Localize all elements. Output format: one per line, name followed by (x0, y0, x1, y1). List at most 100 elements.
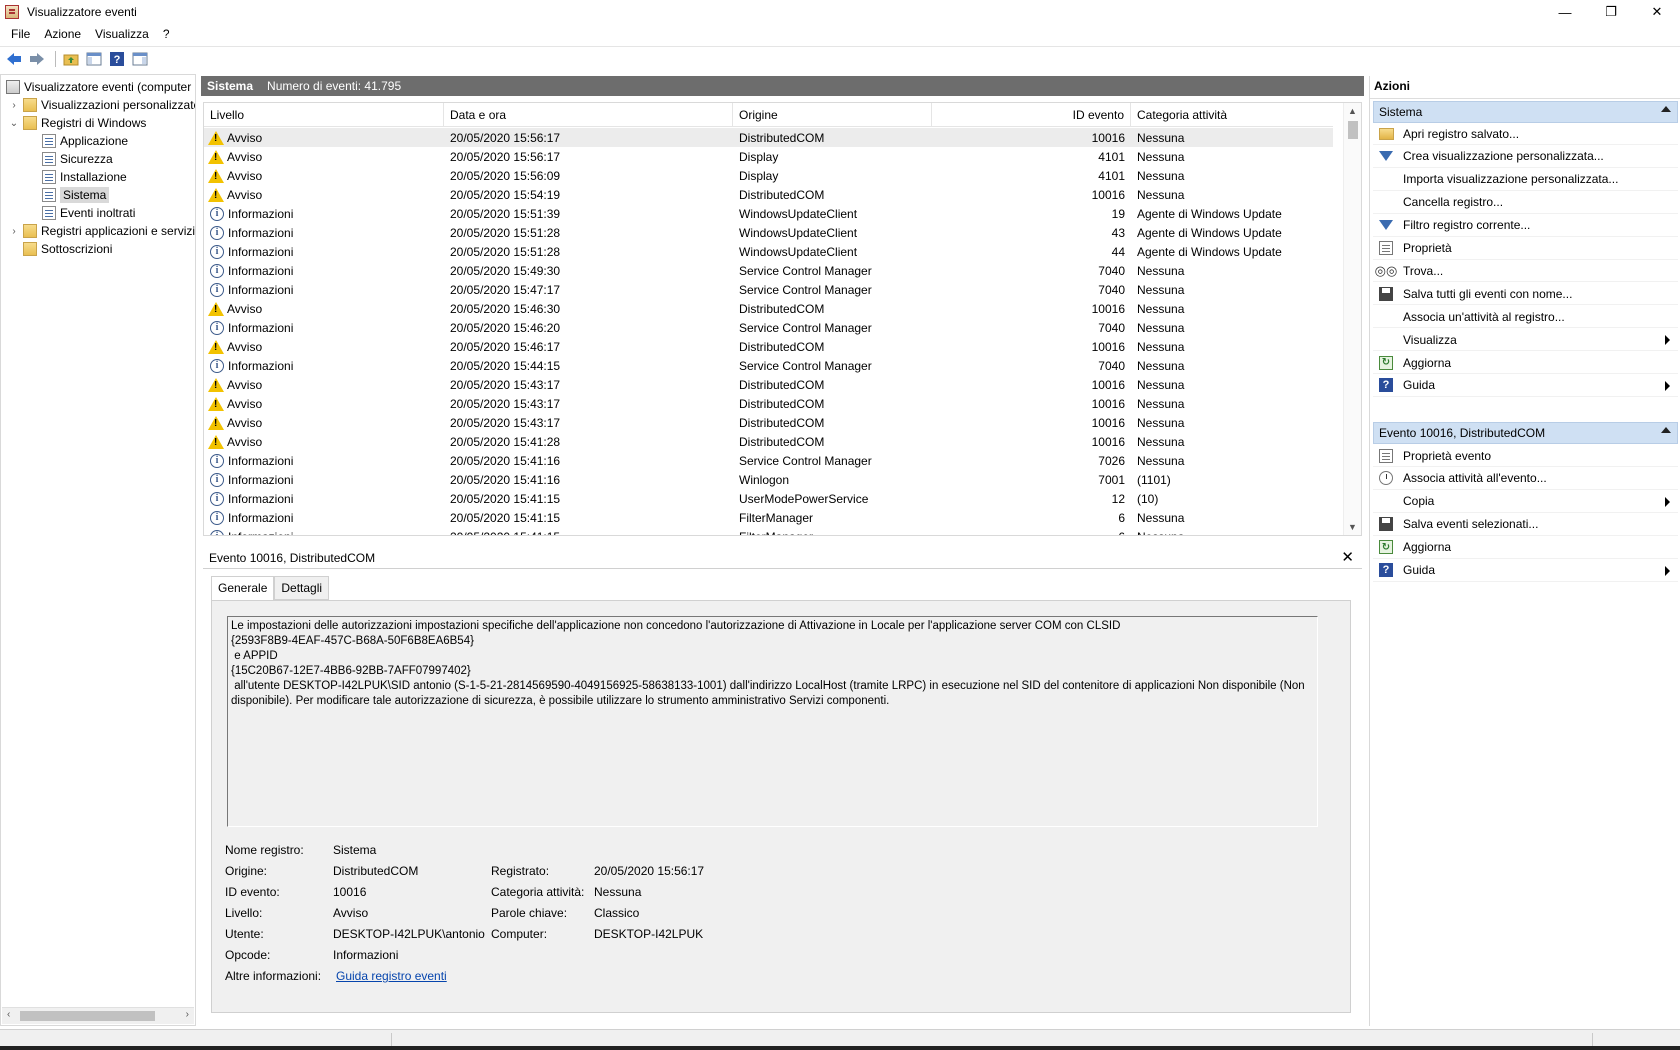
actions-section-event[interactable]: Evento 10016, DistributedCOM (1373, 422, 1678, 444)
action-item[interactable]: Apri registro salvato... (1373, 123, 1678, 145)
menu-help[interactable]: ? (156, 27, 177, 41)
scroll-down-icon[interactable]: ▼ (1348, 522, 1357, 532)
cell-source: FilterManager (733, 530, 932, 536)
level-label: Avviso (227, 339, 263, 354)
table-row[interactable]: Avviso 20/05/2020 15:56:17 DistributedCOM 1… (204, 128, 1333, 147)
action-item[interactable]: Associa un'attività al registro... (1373, 306, 1678, 329)
scroll-thumb[interactable] (20, 1011, 155, 1021)
table-row[interactable]: i Informazioni 20/05/2020 15:41:16 Winlogon… (204, 470, 1333, 489)
close-icon[interactable]: ✕ (1341, 548, 1354, 566)
menu-file[interactable]: File (4, 27, 37, 41)
cell-category: Nessuna (1137, 377, 1185, 392)
minimize-button[interactable]: — (1542, 0, 1588, 24)
level-label: Avviso (227, 130, 263, 145)
scroll-up-icon[interactable]: ▲ (1348, 106, 1357, 116)
tree-item-subscriptions[interactable]: Sottoscrizioni (20, 240, 112, 258)
table-row[interactable]: i Informazioni 20/05/2020 15:44:15 Service … (204, 356, 1333, 375)
tab-generale[interactable]: Generale (211, 576, 275, 601)
action-label: Guida (1403, 378, 1436, 393)
action-item[interactable]: Salva eventi selezionati... (1373, 514, 1678, 536)
info-icon: i (210, 529, 224, 535)
action-item[interactable]: Proprietà evento (1373, 445, 1678, 467)
events-vertical-scrollbar[interactable]: ▲ ▼ (1343, 103, 1361, 535)
level-label: Avviso (227, 415, 263, 430)
table-row[interactable]: Avviso 20/05/2020 15:41:28 DistributedCOM 1… (204, 432, 1333, 451)
show-hide-tree-icon[interactable] (84, 49, 104, 69)
action-item[interactable]: Importa visualizzazione personalizzata..… (1373, 169, 1678, 191)
forward-arrow-icon[interactable] (27, 49, 47, 69)
level-label: Informazioni (228, 320, 294, 335)
table-row[interactable]: i Informazioni 20/05/2020 15:47:17 Service … (204, 280, 1333, 299)
table-row[interactable]: i Informazioni 20/05/2020 15:41:16 Service … (204, 451, 1333, 470)
scroll-thumb[interactable] (1348, 121, 1358, 139)
action-item[interactable]: Crea visualizzazione personalizzata... (1373, 146, 1678, 168)
action-item[interactable]: Proprietà (1373, 238, 1678, 260)
tree-item-sicurezza[interactable]: Sicurezza (39, 150, 113, 168)
table-row[interactable]: Avviso 20/05/2020 15:56:17 Display 4101 Ness… (204, 147, 1333, 166)
collapse-arrow-icon[interactable] (1661, 427, 1671, 433)
collapse-chevron-icon[interactable]: ⌄ (8, 118, 20, 129)
table-row[interactable]: Avviso 20/05/2020 15:54:19 DistributedCOM 1… (204, 185, 1333, 204)
action-item[interactable]: Associa attività all'evento... (1373, 468, 1678, 490)
action-item[interactable]: Salva tutti gli eventi con nome... (1373, 283, 1678, 306)
action-item[interactable]: ◎◎ Trova... (1373, 260, 1678, 283)
tree-item-windows-logs[interactable]: ⌄ Registri di Windows (8, 114, 146, 132)
tree-item-app-logs[interactable]: › Registri applicazioni e servizi (8, 222, 195, 240)
column-id-evento[interactable]: ID evento (932, 103, 1131, 127)
collapse-arrow-icon[interactable] (1661, 106, 1671, 112)
event-log-help-link[interactable]: Guida registro eventi (336, 969, 447, 983)
help-icon[interactable]: ? (107, 49, 127, 69)
tree-item-applicazione[interactable]: Applicazione (39, 132, 128, 150)
blank-icon (1378, 332, 1394, 348)
scroll-left-icon[interactable]: ‹ (7, 1009, 10, 1020)
event-description[interactable]: Le impostazioni delle autorizzazioni imp… (227, 616, 1318, 827)
menu-azione[interactable]: Azione (37, 27, 88, 41)
action-item[interactable]: Copia (1373, 491, 1678, 513)
table-row[interactable]: i Informazioni 20/05/2020 15:51:39 WindowsU… (204, 204, 1333, 223)
back-arrow-icon[interactable] (4, 49, 24, 69)
table-row[interactable]: iInformazioni20/05/2020 15:41:15FilterMa… (204, 527, 1333, 536)
action-item[interactable]: ↻ Aggiorna (1373, 352, 1678, 374)
tree-item-sistema[interactable]: Sistema (39, 186, 110, 204)
scroll-right-icon[interactable]: › (186, 1009, 189, 1020)
tree-item-installazione[interactable]: Installazione (39, 168, 127, 186)
action-item[interactable]: Cancella registro... (1373, 192, 1678, 214)
action-item[interactable]: ↻ Aggiorna (1373, 537, 1678, 559)
table-row[interactable]: i Informazioni 20/05/2020 15:51:28 WindowsU… (204, 223, 1333, 242)
column-livello[interactable]: Livello (204, 103, 444, 127)
column-categoria[interactable]: Categoria attività (1131, 103, 1333, 127)
folder-up-icon[interactable] (61, 49, 81, 69)
cell-event-id: 7026 (1098, 453, 1125, 468)
column-origine[interactable]: Origine (733, 103, 932, 127)
table-row[interactable]: Avviso 20/05/2020 15:46:30 DistributedCOM 1… (204, 299, 1333, 318)
table-row[interactable]: Avviso 20/05/2020 15:56:09 Display 4101 Ness… (204, 166, 1333, 185)
expand-chevron-icon[interactable]: › (8, 226, 20, 237)
restore-button[interactable]: ❐ (1588, 0, 1634, 24)
table-row[interactable]: Avviso 20/05/2020 15:43:17 DistributedCOM 1… (204, 375, 1333, 394)
tree-root[interactable]: Visualizzatore eventi (computer (3, 78, 191, 96)
level-label: Informazioni (228, 472, 294, 487)
tree-item-eventi-inoltrati[interactable]: Eventi inoltrati (39, 204, 135, 222)
action-item[interactable]: ? Guida (1373, 560, 1678, 582)
action-item[interactable]: Filtro registro corrente... (1373, 215, 1678, 237)
action-pane-icon[interactable] (130, 49, 150, 69)
table-row[interactable]: i Informazioni 20/05/2020 15:46:20 Service … (204, 318, 1333, 337)
action-item[interactable]: Visualizza (1373, 329, 1678, 352)
close-window-button[interactable]: ✕ (1634, 0, 1680, 24)
table-row[interactable]: Avviso 20/05/2020 15:43:17 DistributedCOM 1… (204, 413, 1333, 432)
action-item[interactable]: ? Guida (1373, 375, 1678, 397)
table-row[interactable]: iInformazioni20/05/2020 15:41:15FilterMa… (204, 508, 1333, 527)
actions-section-sistema[interactable]: Sistema (1373, 101, 1678, 123)
table-row[interactable]: i Informazioni 20/05/2020 15:49:30 Service … (204, 261, 1333, 280)
tab-dettagli[interactable]: Dettagli (274, 576, 330, 600)
table-row[interactable]: Avviso 20/05/2020 15:46:17 DistributedCOM 1… (204, 337, 1333, 356)
menu-visualizza[interactable]: Visualizza (88, 27, 156, 41)
table-row[interactable]: Avviso 20/05/2020 15:43:17 DistributedCOM 1… (204, 394, 1333, 413)
expand-chevron-icon[interactable]: › (8, 100, 20, 111)
cell-date: 20/05/2020 15:49:30 (450, 263, 561, 278)
tree-horizontal-scrollbar[interactable]: ‹ › (2, 1007, 194, 1024)
table-row[interactable]: i Informazioni 20/05/2020 15:51:28 WindowsU… (204, 242, 1333, 261)
table-row[interactable]: i Informazioni 20/05/2020 15:41:15 UserMode… (204, 489, 1333, 508)
tree-item-custom-views[interactable]: › Visualizzazioni personalizzate (8, 96, 195, 114)
column-data-ora[interactable]: Data e ora (444, 103, 733, 127)
